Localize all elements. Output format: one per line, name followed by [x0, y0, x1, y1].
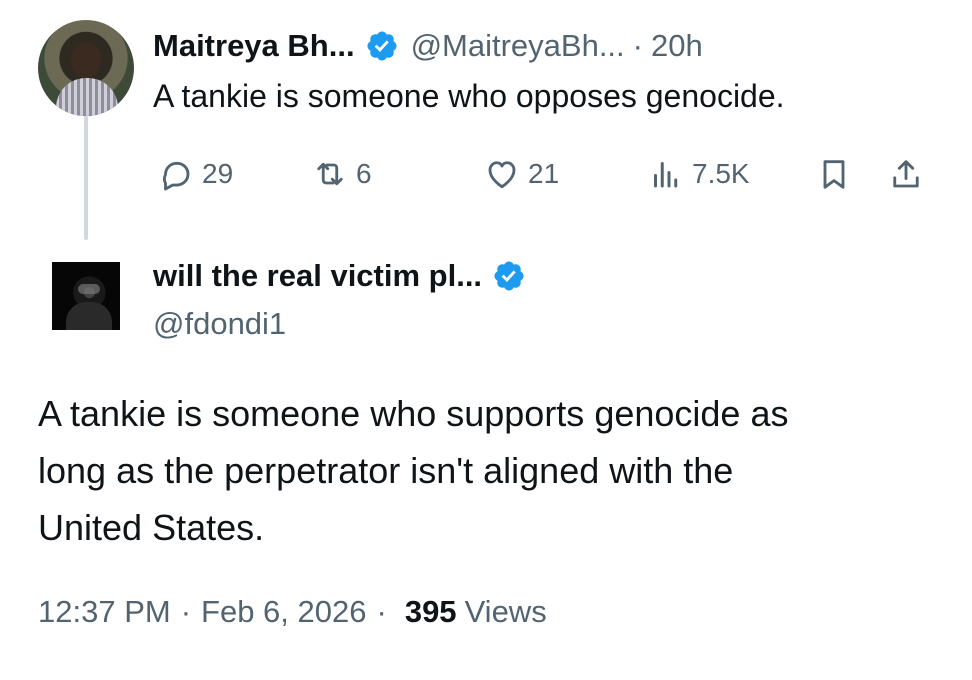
reply-button[interactable]: 29 — [158, 150, 233, 198]
verified-badge-icon — [367, 31, 397, 61]
share-button[interactable] — [888, 150, 924, 198]
like-button[interactable]: 21 — [484, 150, 559, 198]
display-name[interactable]: will the real victim pl... — [153, 258, 482, 294]
views-button[interactable]: 7.5K — [648, 150, 750, 198]
parent-tweet-header: Maitreya Bh... @MaitreyaBh... · 20h — [153, 24, 703, 68]
user-handle[interactable]: @MaitreyaBh... — [411, 28, 625, 64]
main-tweet-header: will the real victim pl... — [153, 254, 526, 298]
share-icon — [893, 160, 919, 188]
bookmark-icon — [823, 160, 845, 189]
retweet-button[interactable]: 6 — [312, 150, 372, 198]
avatar-light-shape — [78, 284, 100, 294]
thread-line-cap — [84, 0, 88, 22]
avatar[interactable] — [52, 262, 120, 330]
like-count: 21 — [528, 158, 560, 189]
main-tweet-text: A tankie is someone who supports genocid… — [38, 393, 789, 548]
views-count: 395 — [404, 594, 457, 629]
meta-separator: · — [376, 594, 387, 629]
reply-count: 29 — [202, 158, 234, 189]
like-icon — [488, 161, 516, 189]
views-count: 7.5K — [692, 158, 750, 189]
header-separator: · — [632, 28, 643, 63]
views-label: Views — [464, 594, 547, 629]
avatar-shirt-shape — [56, 78, 118, 116]
tweet-date[interactable]: Feb 6, 2026 — [201, 594, 366, 630]
avatar-head-shape — [71, 42, 101, 78]
user-handle[interactable]: @fdondi1 — [153, 306, 286, 342]
tweet-timestamp[interactable]: 20h — [651, 28, 703, 64]
avatar[interactable] — [38, 20, 134, 116]
avatar-body-shape — [66, 302, 112, 330]
views-icon — [654, 162, 678, 188]
reply-icon — [163, 161, 190, 191]
parent-tweet-text: A tankie is someone who opposes genocide… — [153, 78, 785, 114]
verified-badge-icon — [494, 261, 524, 291]
display-name[interactable]: Maitreya Bh... — [153, 28, 355, 64]
bookmark-button[interactable] — [816, 150, 852, 198]
meta-separator: · — [180, 594, 192, 629]
tweet-meta: 12:37 PM · Feb 6, 2026 · 395 Views — [38, 594, 547, 630]
tweet-time[interactable]: 12:37 PM — [38, 594, 171, 630]
retweet-icon — [317, 162, 343, 186]
tweet-action-bar: 29 6 21 7.5K — [150, 150, 940, 198]
retweet-count: 6 — [356, 158, 372, 189]
